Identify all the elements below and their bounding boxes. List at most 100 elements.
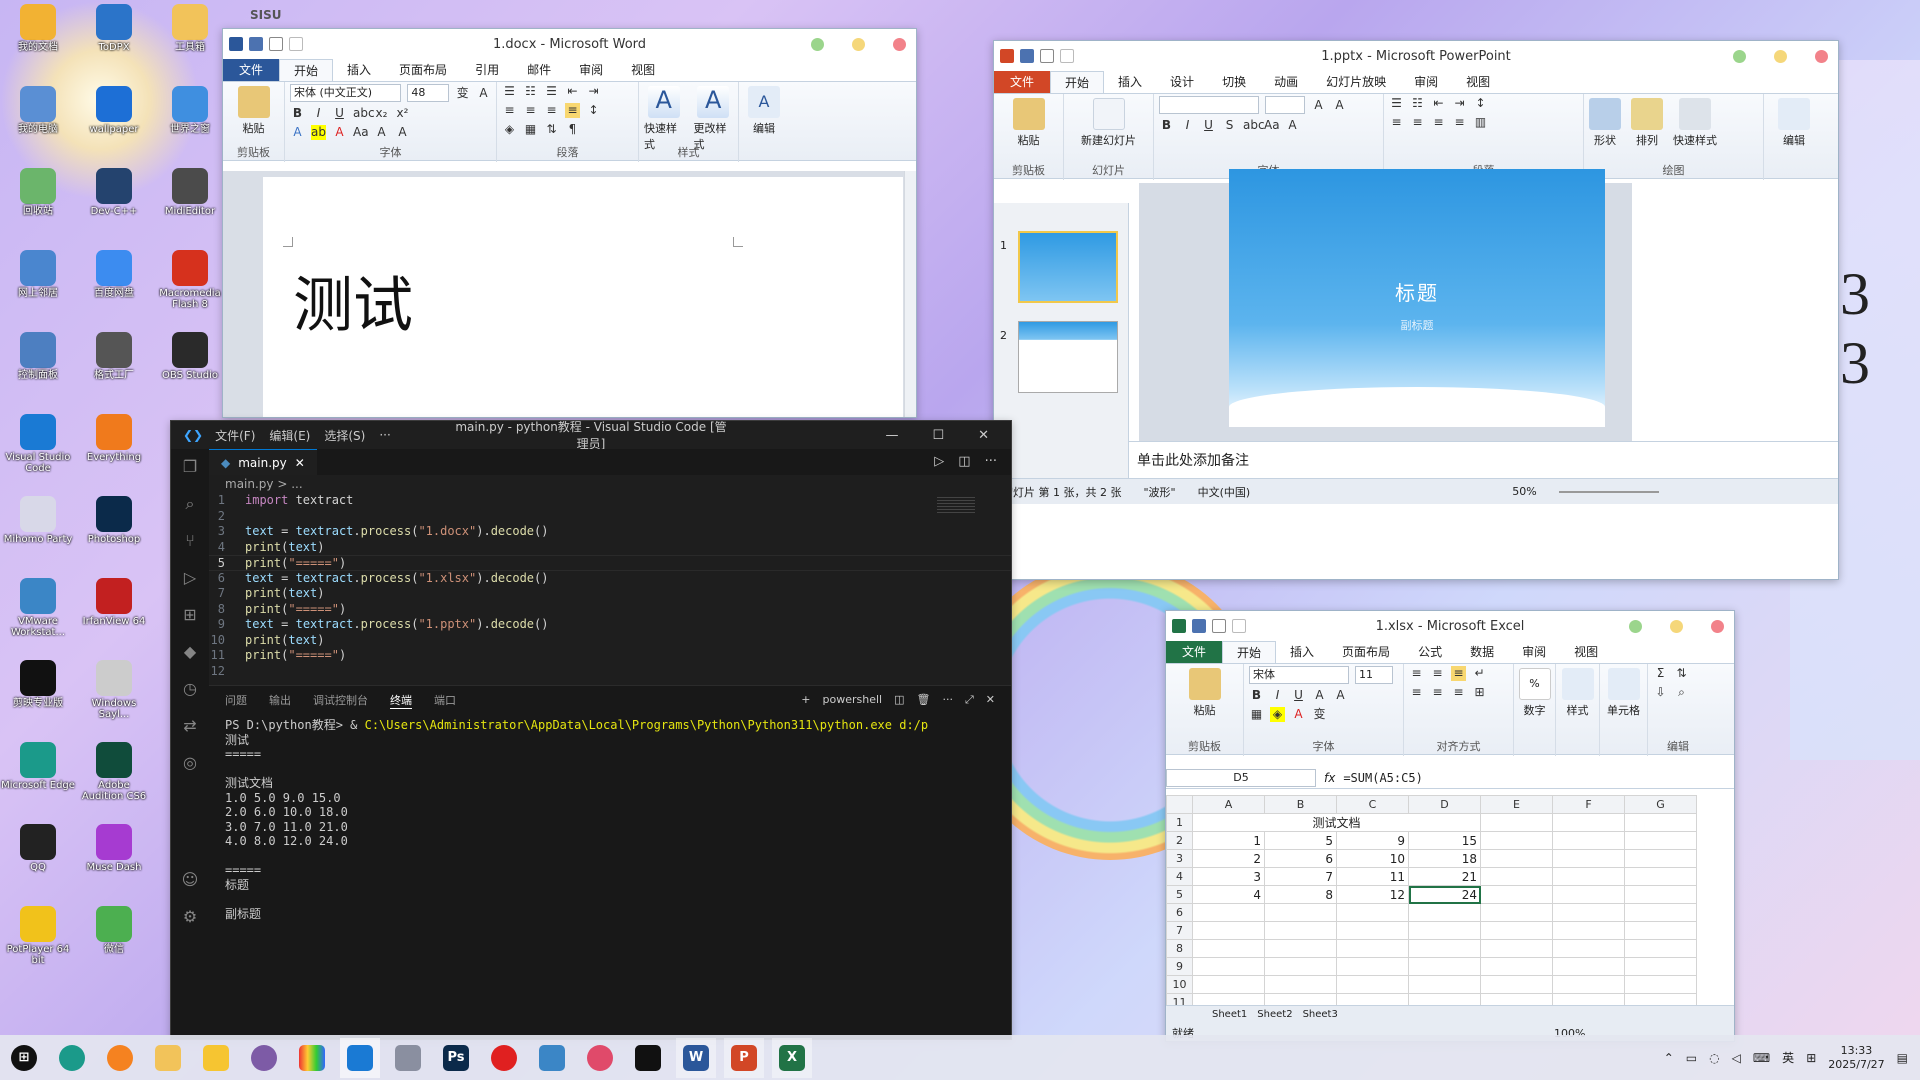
font-color-icon[interactable]: A: [1291, 707, 1306, 722]
split-terminal-icon[interactable]: ◫: [894, 693, 904, 707]
chevron-up-icon[interactable]: ⌃: [1664, 1051, 1674, 1065]
align-center-icon[interactable]: ≡: [1430, 685, 1445, 700]
keyboard-icon[interactable]: ⌨: [1753, 1051, 1770, 1065]
cell[interactable]: 11: [1336, 867, 1409, 886]
shadow-icon[interactable]: S: [1222, 118, 1237, 133]
borders-icon[interactable]: ▦: [523, 122, 538, 137]
quick-styles-button[interactable]: 快速样式: [1668, 94, 1722, 148]
strike-icon[interactable]: abc: [1243, 118, 1265, 133]
cell[interactable]: 9: [1336, 831, 1409, 850]
code-line[interactable]: 8 print("====="): [209, 602, 1011, 618]
panel-tab-output[interactable]: 输出: [269, 692, 291, 708]
taskbar-paint-icon[interactable]: [244, 1038, 284, 1078]
settings-gear-icon[interactable]: ⚙: [180, 907, 200, 927]
close-button[interactable]: [1815, 50, 1828, 63]
active-cell[interactable]: 24: [1408, 885, 1481, 904]
column-header[interactable]: A: [1192, 795, 1265, 814]
font-name-combo[interactable]: [1159, 96, 1259, 114]
font-name-combo[interactable]: 宋体 (中文正文): [290, 84, 402, 102]
cell[interactable]: [1336, 903, 1409, 922]
multilevel-icon[interactable]: ☰: [544, 84, 559, 99]
source-control-icon[interactable]: ⑂: [180, 531, 200, 551]
align-bottom-icon[interactable]: ≡: [1451, 666, 1466, 681]
cell[interactable]: [1552, 885, 1625, 904]
shrink-font-icon[interactable]: A: [1333, 688, 1348, 703]
desktop-icon[interactable]: Windows Sayl...: [76, 660, 152, 742]
bullets-icon[interactable]: ☰: [1389, 96, 1404, 111]
menu-edit[interactable]: 编辑(E): [269, 427, 310, 444]
redo-icon[interactable]: [1060, 49, 1074, 63]
find-icon[interactable]: ⌕: [1674, 685, 1689, 700]
increase-indent-icon[interactable]: ⇥: [586, 84, 601, 99]
slide-title[interactable]: 标题: [1229, 277, 1605, 306]
cell[interactable]: [1192, 975, 1265, 994]
tab-insert[interactable]: 插入: [333, 59, 385, 81]
cell[interactable]: [1264, 957, 1337, 976]
cell[interactable]: [1264, 939, 1337, 958]
run-debug-icon[interactable]: ▷: [180, 568, 200, 588]
align-top-icon[interactable]: ≡: [1409, 666, 1424, 681]
slide-subtitle[interactable]: 副标题: [1229, 317, 1605, 333]
align-center-icon[interactable]: ≡: [1410, 115, 1425, 130]
cell[interactable]: [1624, 975, 1697, 994]
tab-home[interactable]: 开始: [279, 59, 334, 81]
tab-home[interactable]: 开始: [1050, 71, 1105, 93]
cell[interactable]: [1480, 939, 1553, 958]
taskbar-app-icon[interactable]: [388, 1038, 428, 1078]
search-icon[interactable]: ⌕: [180, 494, 200, 514]
desktop-icon[interactable]: 微信: [76, 906, 152, 988]
cell[interactable]: 1: [1192, 831, 1265, 850]
increase-indent-icon[interactable]: ⇥: [1452, 96, 1467, 111]
align-right-icon[interactable]: ≡: [544, 103, 559, 118]
cell[interactable]: [1408, 957, 1481, 976]
cell[interactable]: [1624, 867, 1697, 886]
cell[interactable]: [1336, 939, 1409, 958]
cell[interactable]: [1480, 867, 1553, 886]
column-header[interactable]: B: [1264, 795, 1337, 814]
cell[interactable]: [1336, 957, 1409, 976]
italic-icon[interactable]: I: [311, 106, 326, 121]
slide-thumbnail-1[interactable]: [1018, 231, 1118, 303]
taskbar-photoshop-icon[interactable]: Ps: [436, 1038, 476, 1078]
row-header[interactable]: 8: [1166, 939, 1193, 958]
cell[interactable]: [1552, 939, 1625, 958]
code-line[interactable]: 4 print(text): [209, 540, 1011, 556]
python-icon[interactable]: ◆: [180, 642, 200, 662]
desktop-icon[interactable]: Muse Dash: [76, 824, 152, 906]
edit-button[interactable]: 编辑: [1764, 94, 1824, 148]
quick-styles-button[interactable]: A 快速样式: [639, 82, 689, 152]
align-center-icon[interactable]: ≡: [523, 103, 538, 118]
new-slide-button[interactable]: 新建幻灯片: [1064, 94, 1153, 148]
remote-icon[interactable]: ⇄: [180, 716, 200, 736]
numbering-icon[interactable]: ☷: [523, 84, 538, 99]
taskbar-flower-icon[interactable]: [580, 1038, 620, 1078]
desktop-icon[interactable]: Mihomo Party: [0, 496, 76, 578]
menu-file[interactable]: 文件(F): [215, 427, 255, 444]
new-terminal-icon[interactable]: +: [801, 693, 810, 707]
grow-font-icon[interactable]: A: [1312, 688, 1327, 703]
desktop-icon[interactable]: 我的电脑: [0, 86, 76, 168]
tab-transitions[interactable]: 切换: [1208, 71, 1260, 93]
superscript-icon[interactable]: x²: [395, 106, 410, 121]
styles-button[interactable]: 样式: [1556, 664, 1599, 718]
cell[interactable]: [1264, 975, 1337, 994]
align-right-icon[interactable]: ≡: [1431, 115, 1446, 130]
edit-button[interactable]: A 编辑: [739, 82, 789, 136]
font-size-combo[interactable]: 11: [1355, 666, 1393, 684]
notes-pane[interactable]: 单击此处添加备注: [1129, 441, 1838, 478]
desktop-icon[interactable]: OBS Studio: [152, 332, 228, 414]
highlight-icon[interactable]: ab: [311, 125, 326, 140]
chat-icon[interactable]: ◎: [180, 753, 200, 773]
cell[interactable]: [1552, 867, 1625, 886]
underline-icon[interactable]: U: [1201, 118, 1216, 133]
cell[interactable]: [1192, 957, 1265, 976]
formula-input[interactable]: =SUM(A5:C5): [1343, 771, 1422, 785]
panel-tab-debug-console[interactable]: 调试控制台: [313, 692, 368, 708]
menu-more[interactable]: ···: [379, 428, 390, 442]
cell[interactable]: [1192, 921, 1265, 940]
cell[interactable]: 10: [1336, 849, 1409, 868]
column-header[interactable]: D: [1408, 795, 1481, 814]
code-line[interactable]: 9 text = textract. process("1.pptx"). decod…: [209, 617, 1011, 633]
cells-button[interactable]: 单元格: [1600, 664, 1647, 718]
undo-icon[interactable]: [1212, 619, 1226, 633]
